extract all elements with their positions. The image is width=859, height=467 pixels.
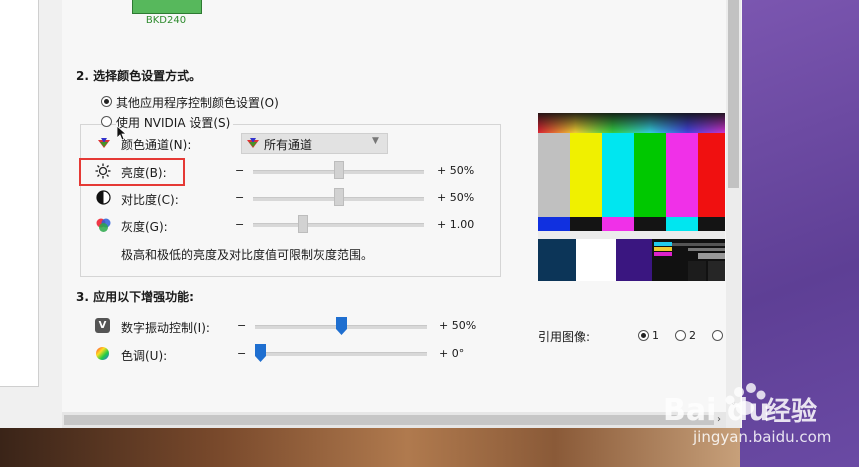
radio-other-apps-label[interactable]: 其他应用程序控制颜色设置(O) <box>116 94 279 111</box>
vertical-scrollbar-thumb[interactable] <box>728 0 739 188</box>
hue-value: + 0° <box>439 347 465 360</box>
baidu-jingyan-watermark: Bai du 经验 jingyan.baidu.com <box>663 383 831 446</box>
brightness-label: 亮度(B): <box>121 166 167 180</box>
hue-label: 色调(U): <box>121 349 168 363</box>
hue-slider-thumb[interactable] <box>255 344 266 362</box>
monitor-label: BKD240 <box>145 15 187 26</box>
contrast-icon <box>96 190 111 205</box>
navigation-tree[interactable] <box>0 0 39 387</box>
vibrance-icon: V <box>95 318 110 333</box>
gamma-label: 灰度(G): <box>121 220 168 234</box>
hue-icon <box>96 347 109 360</box>
contrast-label: 对比度(C): <box>121 193 179 207</box>
reference-radio-2[interactable] <box>675 330 686 341</box>
section3-title: 3. 应用以下增强功能: <box>76 290 194 304</box>
gamma-slider-thumb[interactable] <box>298 215 308 233</box>
brightness-icon <box>95 163 111 179</box>
monitor-icon[interactable] <box>132 0 202 14</box>
reference-radio-1[interactable] <box>638 330 649 341</box>
radio-other-apps[interactable] <box>101 96 112 107</box>
desktop-photo <box>0 428 740 467</box>
gamma-slider-track[interactable] <box>253 223 424 227</box>
reference-radio-1-label[interactable]: 1 <box>652 329 659 342</box>
chevron-down-icon: ▼ <box>372 136 379 146</box>
gamma-icon <box>96 218 111 232</box>
vibrance-value: + 50% <box>439 319 477 332</box>
reference-radio-2-label[interactable]: 2 <box>689 329 696 342</box>
contrast-value: + 50% <box>437 191 475 204</box>
gamma-minus: − <box>235 218 245 231</box>
channel-select-value: 所有通道 <box>264 138 313 152</box>
radio-nvidia-label[interactable]: 使用 NVIDIA 设置(S) <box>116 114 234 131</box>
channel-icon <box>98 138 110 148</box>
brightness-minus: − <box>235 164 245 177</box>
vibrance-slider-thumb[interactable] <box>336 317 347 335</box>
reference-radio-3[interactable] <box>712 330 723 341</box>
range-hint: 极高和极低的亮度及对比度值可限制灰度范围。 <box>121 248 374 262</box>
brightness-slider-thumb[interactable] <box>334 161 344 179</box>
hue-minus: − <box>237 347 247 360</box>
reference-label: 引用图像: <box>538 330 591 344</box>
vibrance-minus: − <box>237 319 247 332</box>
watermark-product: 经验 <box>765 396 817 427</box>
hue-slider-track[interactable] <box>255 352 427 356</box>
section2-title: 2. 选择颜色设置方式。 <box>76 69 202 83</box>
contrast-slider-thumb[interactable] <box>334 188 344 206</box>
radio-nvidia[interactable] <box>101 116 112 127</box>
horizontal-scrollbar-thumb[interactable] <box>64 415 714 425</box>
reference-test-pattern <box>538 113 725 281</box>
contrast-minus: − <box>235 191 245 204</box>
channel-label: 颜色通道(N): <box>121 138 192 152</box>
watermark-url: jingyan.baidu.com <box>692 428 831 446</box>
vibrance-label: 数字振动控制(I): <box>121 321 210 335</box>
channel-select-icon <box>247 138 259 148</box>
watermark-brand: Bai du <box>663 393 770 428</box>
brightness-value: + 50% <box>437 164 475 177</box>
gamma-value: + 1.00 <box>437 218 475 231</box>
